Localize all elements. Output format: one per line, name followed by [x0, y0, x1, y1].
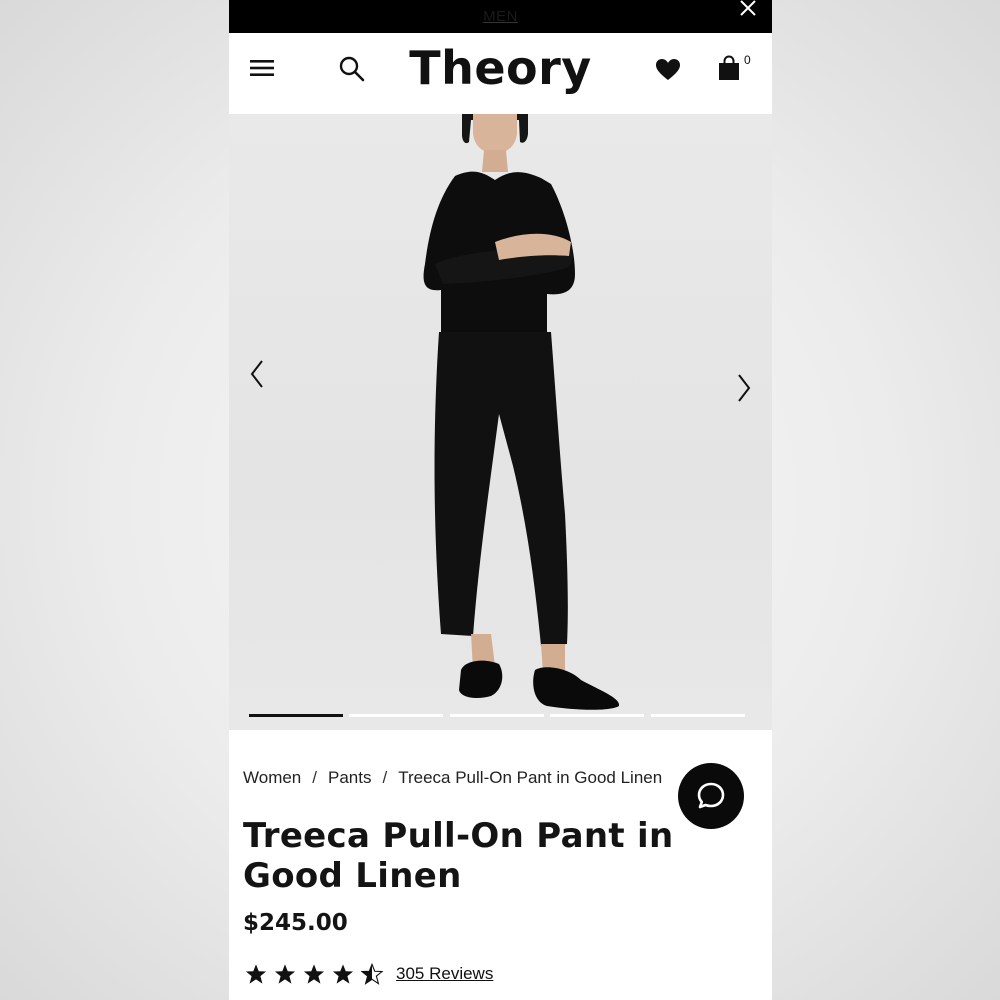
star-full-icon	[303, 964, 325, 984]
brand-logo[interactable]: Theory	[229, 41, 772, 95]
promo-bar: MEN	[229, 0, 772, 33]
next-image-arrow-icon[interactable]	[734, 372, 754, 404]
breadcrumb-pants[interactable]: Pants	[328, 768, 371, 787]
site-header: Theory 0	[229, 33, 772, 114]
product-price: $245.00	[243, 910, 348, 936]
carousel-indicator-2[interactable]	[349, 714, 443, 717]
breadcrumb-women[interactable]: Women	[243, 768, 301, 787]
star-full-icon	[274, 964, 296, 984]
carousel-indicator-5[interactable]	[651, 714, 745, 717]
shopping-bag-icon[interactable]	[718, 55, 740, 81]
star-full-icon	[332, 964, 354, 984]
breadcrumb-separator: /	[312, 768, 317, 787]
product-rating[interactable]: 305 Reviews	[245, 960, 493, 988]
breadcrumb-current-product: Treeca Pull-On Pant in Good Linen	[398, 768, 663, 787]
breadcrumb: Women / Pants / Treeca Pull-On Pant in Good …	[243, 768, 703, 788]
breadcrumb-separator: /	[382, 768, 388, 787]
product-page: MEN Theory 0 Women / Pants / Treeca Pull…	[229, 0, 772, 1000]
product-title: Treeca Pull-On Pant in Good Linen	[243, 816, 674, 896]
star-full-icon	[245, 964, 267, 984]
carousel-indicators	[249, 714, 749, 718]
product-model-image	[423, 114, 620, 710]
heart-icon[interactable]	[655, 57, 681, 83]
product-image-carousel[interactable]	[229, 114, 772, 730]
carousel-indicator-3[interactable]	[450, 714, 544, 717]
carousel-indicator-4[interactable]	[550, 714, 644, 717]
carousel-indicator-1[interactable]	[249, 714, 343, 717]
star-half-icon	[361, 963, 383, 985]
bag-count-badge: 0	[744, 53, 751, 67]
previous-image-arrow-icon[interactable]	[247, 358, 267, 390]
reviews-link[interactable]: 305 Reviews	[396, 964, 493, 984]
close-icon[interactable]	[738, 0, 758, 18]
chat-button[interactable]	[678, 763, 744, 829]
promo-men-link[interactable]: MEN	[229, 8, 772, 25]
chat-bubble-icon	[697, 782, 725, 809]
